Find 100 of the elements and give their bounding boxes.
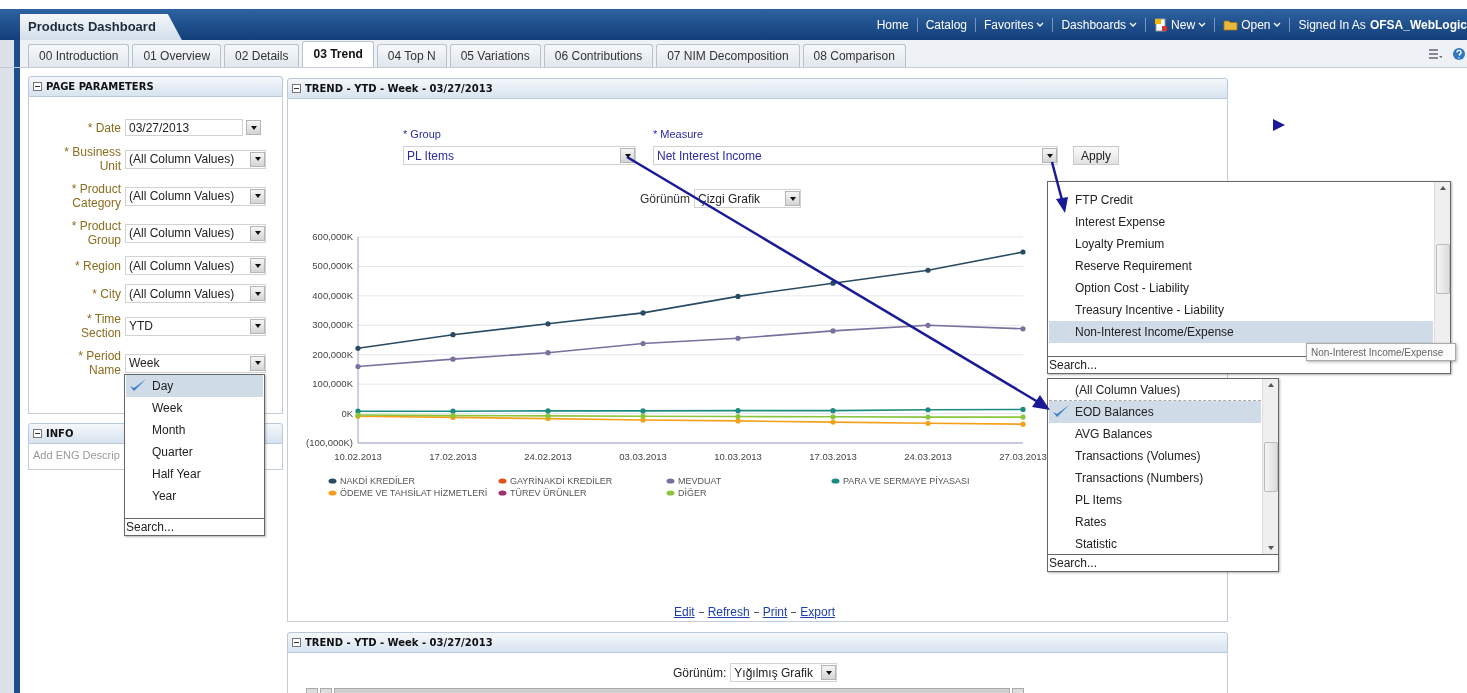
- collapse-icon[interactable]: [33, 429, 42, 438]
- dropdown-button[interactable]: [250, 225, 265, 241]
- caret-down-icon: [1198, 22, 1207, 27]
- dropdown-option[interactable]: Half Year: [126, 463, 263, 485]
- search-field[interactable]: Search...: [1048, 554, 1278, 571]
- dropdown-button[interactable]: [821, 665, 837, 680]
- view-label: Görünüm:: [673, 665, 727, 680]
- check-icon: [129, 378, 147, 393]
- axis-label: 03.03.2013: [619, 451, 667, 462]
- dropdown-button[interactable]: [1042, 148, 1057, 163]
- action-link[interactable]: Edit: [673, 605, 695, 619]
- field-label: * Measure: [653, 128, 705, 140]
- dropdown-button[interactable]: [785, 191, 801, 206]
- axis-label: 27.03.2013: [999, 451, 1047, 462]
- dropdown-option[interactable]: Non-Interest Income/Expense: [1049, 321, 1433, 343]
- caret-down-icon: [1129, 22, 1138, 27]
- dashboard-tab[interactable]: 08 Comparison: [802, 44, 906, 67]
- select-field[interactable]: YTD: [125, 316, 266, 336]
- dropdown-option[interactable]: EOD Balances: [1049, 401, 1261, 423]
- field-label: * Group: [403, 128, 442, 140]
- dropdown-option[interactable]: Transactions (Numbers): [1049, 467, 1261, 489]
- axis-label: 600,000K: [312, 231, 353, 242]
- action-link[interactable]: Print: [762, 605, 788, 619]
- legend-label: MEVDUAT: [678, 476, 722, 486]
- axis-label: (100,000K): [306, 437, 353, 448]
- dropdown-button[interactable]: [250, 318, 265, 334]
- dropdown-option[interactable]: Loyalty Premium: [1049, 233, 1433, 255]
- dropdown-option[interactable]: Statistic: [1049, 533, 1261, 554]
- dropdown-option[interactable]: Day: [126, 375, 263, 397]
- select-field[interactable]: (All Column Values): [125, 186, 266, 206]
- dashboard-title-tab[interactable]: Products Dashboard: [20, 14, 182, 40]
- dropdown-option[interactable]: Treasury Incentive - Liability: [1049, 299, 1433, 321]
- list-menu-icon[interactable]: [1428, 47, 1442, 60]
- select-field[interactable]: Net Interest Income: [653, 146, 1058, 165]
- dashboard-tab[interactable]: 01 Overview: [132, 44, 222, 67]
- help-icon[interactable]: [1452, 46, 1466, 61]
- panel-title: PAGE PARAMETERS: [46, 81, 154, 92]
- nav-menu[interactable]: New: [1145, 17, 1215, 32]
- dropdown-option[interactable]: PL Items: [1049, 489, 1261, 511]
- dropdown-option[interactable]: Quarter: [126, 441, 263, 463]
- field-label: * City: [91, 286, 121, 301]
- field-label: * Period Name: [77, 349, 121, 377]
- select-field[interactable]: (All Column Values): [125, 284, 266, 303]
- collapse-icon[interactable]: [292, 84, 301, 93]
- dropdown-option[interactable]: Month: [126, 419, 263, 441]
- dropdown-option[interactable]: Year: [126, 485, 263, 507]
- scrollbar[interactable]: [1262, 379, 1278, 554]
- dropdown-option[interactable]: AVG Balances: [1049, 423, 1261, 445]
- dropdown-option[interactable]: FTP Credit: [1049, 189, 1433, 211]
- dropdown-button[interactable]: [250, 151, 265, 167]
- axis-label: 24.03.2013: [904, 451, 952, 462]
- dropdown-button[interactable]: [246, 120, 261, 135]
- axis-label: 10.03.2013: [714, 451, 762, 462]
- action-link[interactable]: Refresh: [707, 605, 750, 619]
- dashboard-tab[interactable]: 05 Variations: [449, 44, 541, 67]
- action-link[interactable]: Export: [800, 605, 836, 619]
- dropdown-option[interactable]: Option Cost - Liability: [1049, 277, 1433, 299]
- dashboard-tab[interactable]: 06 Contributions: [543, 44, 654, 67]
- nav-menu[interactable]: Favorites: [975, 17, 1053, 32]
- collapse-icon[interactable]: [292, 638, 301, 647]
- dropdown-option[interactable]: Interest Expense: [1049, 211, 1433, 233]
- select-field[interactable]: Yığılmış Grafik: [730, 663, 838, 682]
- dropdown-option[interactable]: Rates: [1049, 511, 1261, 533]
- dashboard-tab[interactable]: 00 Introduction: [28, 44, 130, 67]
- dropdown-button[interactable]: [250, 286, 265, 301]
- select-field[interactable]: (All Column Values): [125, 223, 266, 243]
- axis-label: 17.03.2013: [809, 451, 857, 462]
- dropdown-option[interactable]: Reserve Requirement: [1049, 255, 1433, 277]
- dropdown-button[interactable]: [250, 188, 265, 204]
- axis-label: 100,000K: [312, 378, 353, 390]
- axis-label: 17.02.2013: [429, 451, 477, 462]
- apply-button[interactable]: Apply: [1073, 146, 1120, 165]
- legend-label: TÜREV ÜRÜNLER: [510, 488, 587, 498]
- dropdown-button[interactable]: [250, 355, 265, 371]
- date-field[interactable]: 03/27/2013: [125, 119, 243, 136]
- select-field[interactable]: (All Column Values): [125, 256, 266, 275]
- dashboard-tab[interactable]: 02 Details: [224, 44, 300, 67]
- dropdown-button[interactable]: [250, 258, 265, 273]
- panel-title: TREND - YTD - Week - 03/27/2013: [305, 637, 493, 648]
- dropdown-option[interactable]: Transactions (Volumes): [1049, 445, 1261, 467]
- axis-label: 200,000K: [312, 348, 353, 360]
- collapse-icon[interactable]: [33, 82, 42, 91]
- dashboard-tab[interactable]: 03 Trend: [302, 41, 374, 67]
- nav-menu[interactable]: Open: [1214, 17, 1290, 32]
- nav-link[interactable]: Catalog: [916, 17, 976, 32]
- select-field[interactable]: (All Column Values): [125, 149, 266, 169]
- dashboard-tab[interactable]: 04 Top N: [376, 44, 447, 67]
- axis-label: 0K: [341, 407, 353, 419]
- dropdown-option[interactable]: Week: [126, 397, 263, 419]
- nav-menu[interactable]: Dashboards: [1052, 17, 1146, 32]
- dashboard-tab[interactable]: 07 NIM Decomposition: [656, 44, 800, 67]
- caret-down-icon: [1036, 22, 1045, 27]
- axis-label: 400,000K: [312, 289, 353, 301]
- search-field[interactable]: Search...: [125, 518, 264, 535]
- select-field[interactable]: PL Items: [403, 146, 636, 165]
- user-name[interactable]: OFSA_WebLogic: [1369, 17, 1467, 32]
- select-field[interactable]: Week: [125, 353, 266, 373]
- nav-link[interactable]: Home: [868, 17, 917, 32]
- field-label: * Product Category: [70, 182, 121, 210]
- legend-label: ÖDEME VE TAHSİLAT HİZMETLERİ: [340, 488, 488, 498]
